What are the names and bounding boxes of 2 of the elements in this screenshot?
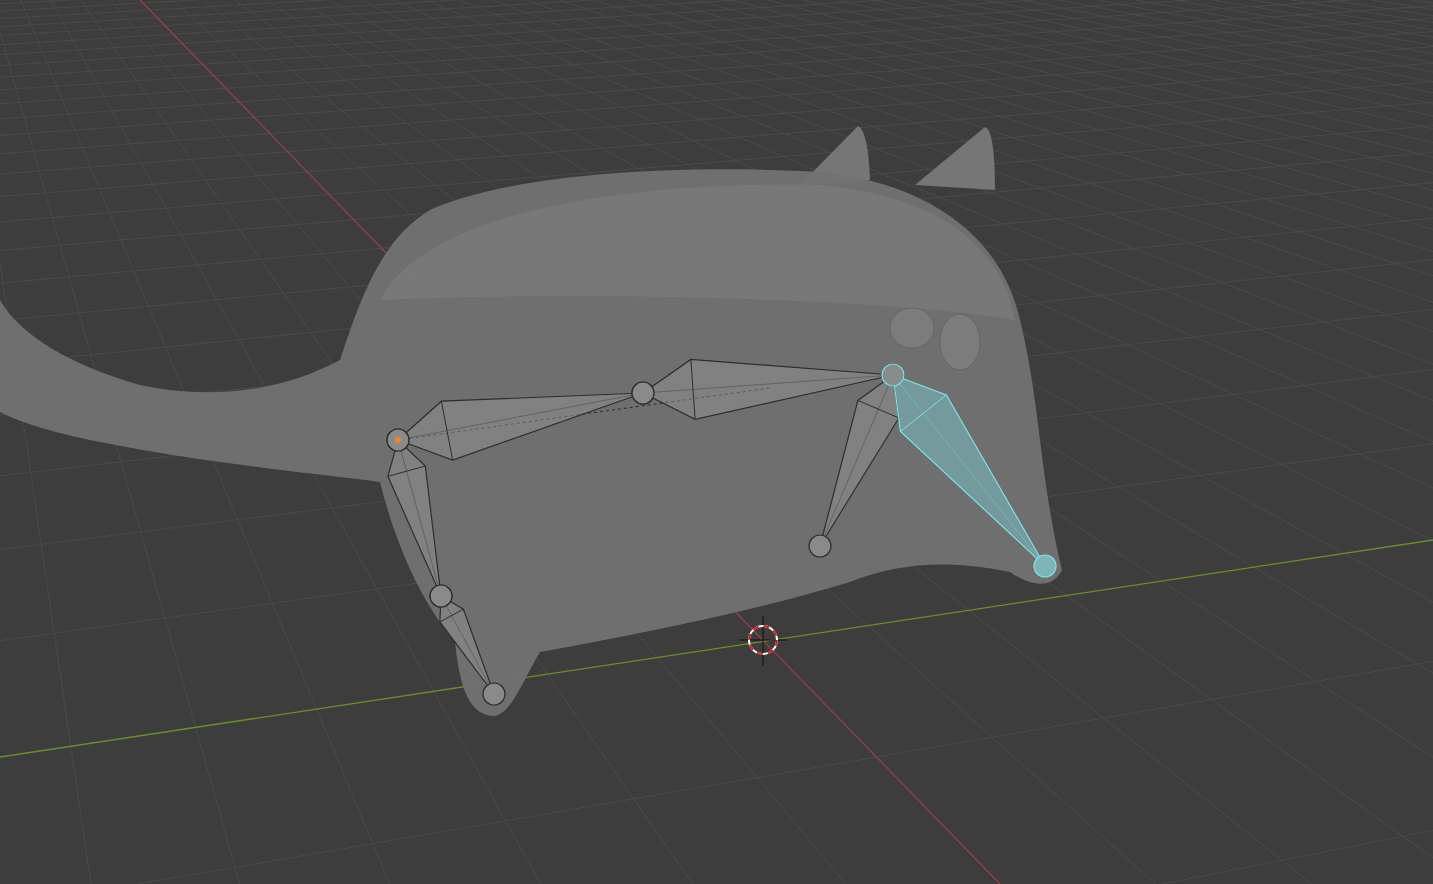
origin-dot-icon — [395, 437, 401, 443]
3d-cursor-icon — [738, 615, 788, 667]
